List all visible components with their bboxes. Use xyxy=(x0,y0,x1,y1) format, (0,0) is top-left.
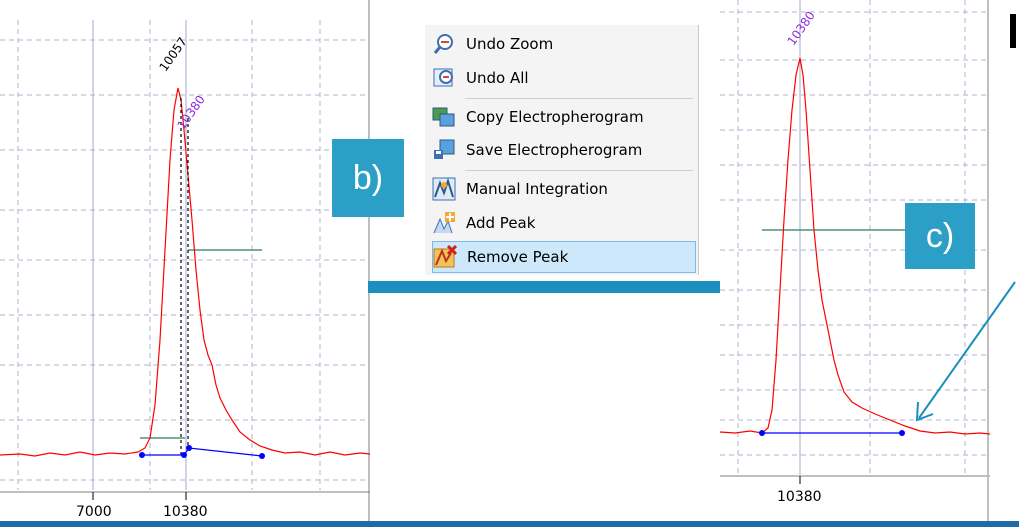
menu-item-label: Undo Zoom xyxy=(466,35,554,53)
left-electropherogram[interactable]: 10057 10380 7000 10380 xyxy=(0,0,371,527)
menu-separator xyxy=(465,98,693,99)
right-x-tick-10380: 10380 xyxy=(777,489,822,505)
context-menu: Undo Zoom Undo All Copy Electropherogram… xyxy=(425,25,699,275)
menu-item-save-electropherogram[interactable]: Save Electropherogram xyxy=(432,135,694,165)
callout-b: b) xyxy=(332,139,404,217)
menu-item-undo-zoom[interactable]: Undo Zoom xyxy=(432,29,694,59)
add-peak-icon xyxy=(432,211,458,235)
left-baseline-point xyxy=(181,452,187,458)
right-baseline-point xyxy=(899,430,905,436)
manual-integration-icon xyxy=(432,177,458,201)
menu-item-label: Add Peak xyxy=(466,214,536,232)
right-baseline-point xyxy=(759,430,765,436)
menu-item-undo-all[interactable]: Undo All xyxy=(432,63,694,93)
left-grid xyxy=(0,20,370,490)
menu-item-add-peak[interactable]: Add Peak xyxy=(432,208,694,238)
left-x-tick-7000: 7000 xyxy=(76,504,112,520)
menu-item-label: Save Electropherogram xyxy=(466,141,643,159)
menu-item-manual-integration[interactable]: Manual Integration xyxy=(432,174,694,204)
menu-item-label: Manual Integration xyxy=(466,180,608,198)
callout-c: c) xyxy=(905,203,975,269)
pointer-arrow xyxy=(915,281,1016,422)
copy-image-icon xyxy=(432,105,458,129)
left-trace xyxy=(0,87,371,457)
left-plot-svg xyxy=(0,0,371,527)
save-disk-icon xyxy=(432,138,458,162)
left-baseline-point xyxy=(139,452,145,458)
slide-bottom-bar xyxy=(0,521,1019,527)
left-baseline-point xyxy=(186,445,192,451)
left-baseline xyxy=(142,447,263,457)
menu-separator xyxy=(465,170,693,171)
menu-item-copy-electropherogram[interactable]: Copy Electropherogram xyxy=(432,102,694,132)
undo-all-icon xyxy=(432,66,458,90)
left-baseline-point xyxy=(259,453,265,459)
menu-item-label: Copy Electropherogram xyxy=(466,108,644,126)
cropped-glyph xyxy=(1010,14,1016,48)
menu-item-label: Undo All xyxy=(466,69,529,87)
left-x-tick-10380: 10380 xyxy=(163,504,208,520)
zoom-undo-icon xyxy=(432,32,458,56)
